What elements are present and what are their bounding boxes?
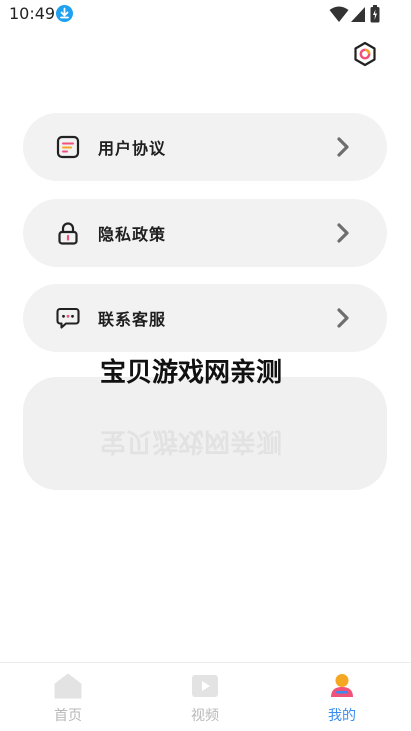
settings-button[interactable] — [351, 40, 379, 68]
menu-item-customer-service[interactable]: 联系客服 — [23, 284, 387, 352]
page: 10:49 用户协议 隐私政策 联系客服 宝贝游戏网亲测 宝贝游戏网亲测 首页 … — [0, 0, 411, 731]
signal-icon — [351, 7, 365, 22]
watermark-text: 宝贝游戏网亲测 — [100, 358, 283, 388]
home-icon — [54, 673, 82, 699]
settings-icon — [354, 41, 376, 67]
nav-item-mine[interactable]: 我的 — [312, 673, 372, 725]
wifi-icon — [329, 6, 349, 22]
nav-item-home[interactable]: 首页 — [38, 673, 98, 725]
nav-label: 我的 — [328, 708, 356, 724]
menu-item-label: 联系客服 — [98, 310, 167, 329]
chevron-right-icon — [337, 308, 349, 328]
status-bar: 10:49 — [0, 0, 411, 28]
nav-label: 首页 — [54, 708, 82, 724]
battery-icon — [370, 5, 380, 23]
watermark-reflection: 宝贝游戏网亲测 — [100, 426, 283, 456]
chevron-right-icon — [337, 137, 349, 157]
menu-item-label: 用户协议 — [98, 139, 167, 158]
nav-item-video[interactable]: 视频 — [175, 673, 235, 725]
chevron-right-icon — [337, 223, 349, 243]
nav-label: 视频 — [191, 708, 219, 724]
download-icon — [56, 5, 73, 22]
chat-icon — [56, 307, 80, 329]
document-icon — [56, 135, 80, 159]
menu-item-privacy-policy[interactable]: 隐私政策 — [23, 199, 387, 267]
profile-icon — [331, 674, 353, 697]
watermark-card: 宝贝游戏网亲测 — [23, 377, 387, 490]
status-time: 10:49 — [9, 4, 56, 23]
lock-icon — [58, 222, 78, 245]
menu-item-label: 隐私政策 — [98, 225, 167, 244]
status-icons — [329, 5, 383, 23]
video-icon — [192, 675, 218, 697]
bottom-nav: 首页 视频 我的 — [0, 662, 411, 731]
menu-item-user-agreement[interactable]: 用户协议 — [23, 113, 387, 181]
